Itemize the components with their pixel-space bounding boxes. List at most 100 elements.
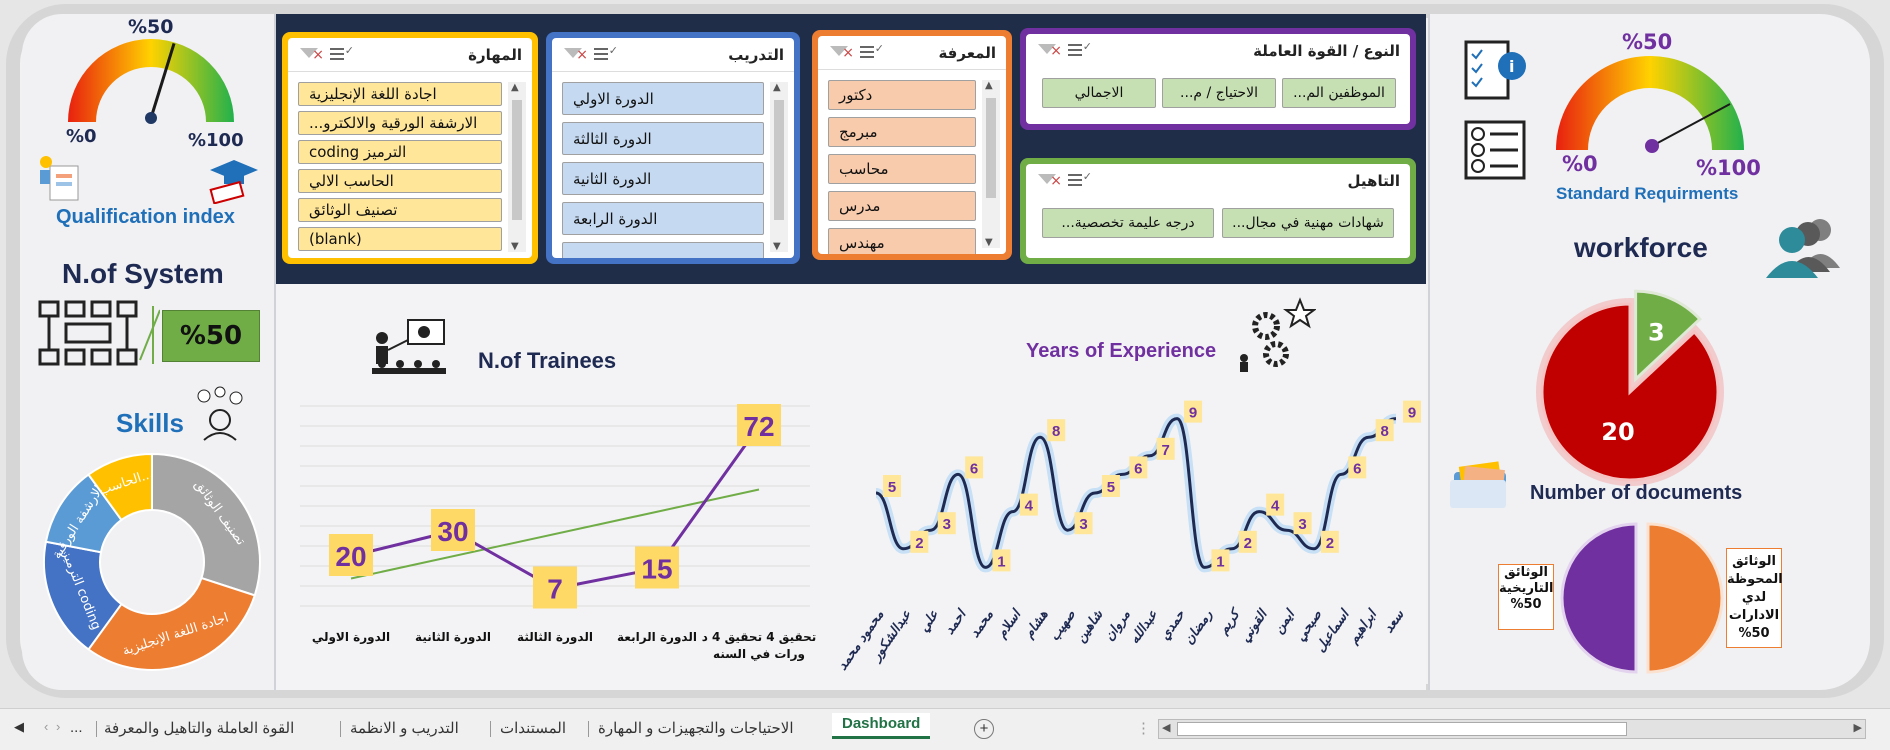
data-label: 5: [1107, 479, 1115, 496]
label-line: الوثائق: [1732, 554, 1776, 569]
data-label: 4: [1271, 498, 1280, 515]
label-line: المحوظة: [1727, 572, 1783, 587]
x-tick-label: ابراهيم: [1346, 606, 1382, 648]
network-icon: [38, 300, 160, 366]
slicer-item[interactable]: درجه عليمة تخصصية...: [1042, 208, 1214, 238]
slicer-item[interactable]: شهادات مهنية في مجال...: [1222, 208, 1394, 238]
slicer-scrollbar[interactable]: ▲ ▼: [508, 82, 526, 252]
trainer-presentation-icon: [372, 319, 446, 374]
x-tick-label: اسلام: [994, 606, 1026, 642]
data-label: 9: [1408, 405, 1416, 422]
x-tick-label: علي: [917, 607, 943, 635]
slicer-item[interactable]: [562, 242, 764, 258]
skill-slicer: المهارة اجادة اللغة الإنجليزية الارشفة ا…: [282, 32, 538, 264]
slicer-scrollbar[interactable]: ▲ ▼: [982, 80, 1000, 248]
slicer-item[interactable]: الدورة الرابعة: [562, 202, 764, 235]
qualification-slicer: التاهيل شهادات مهنية في مجال... درجه علي…: [1020, 158, 1416, 264]
training-slicer: التدريب الدورة الاولي الدورة الثالثة الد…: [546, 32, 800, 264]
multi-select-icon[interactable]: [594, 44, 618, 64]
data-label: 3: [1648, 318, 1665, 346]
gauge-min-label: %0: [1562, 152, 1598, 176]
skills-icon: [197, 386, 243, 441]
data-label: 9: [1189, 405, 1197, 422]
experience-title: Years of Experience: [1026, 340, 1217, 362]
tab-workforce[interactable]: القوة العاملة والتاهيل والمعرفة: [104, 719, 294, 737]
slicer-item[interactable]: الدورة الاولي: [562, 82, 764, 115]
multi-select-icon[interactable]: [1068, 40, 1092, 60]
slicer-item[interactable]: الدورة الثانية: [562, 162, 764, 195]
slicer-title: المهارة: [468, 45, 522, 64]
slicer-item[interactable]: (blank): [298, 227, 502, 251]
tab-training[interactable]: التدريب و الانظمة: [350, 719, 459, 737]
trendline: [350, 488, 760, 580]
data-label: 2: [1326, 535, 1334, 552]
slicer-item[interactable]: مهندس: [828, 228, 976, 254]
slicer-item[interactable]: الموظفين الم...: [1282, 78, 1396, 108]
slicer-title: المعرفة: [938, 43, 996, 62]
multi-select-icon[interactable]: [860, 42, 884, 62]
slicer-item[interactable]: الاجمالي: [1042, 78, 1156, 108]
label-line: الوثائق: [1504, 565, 1548, 580]
slicer-item[interactable]: الحاسب الالي: [298, 169, 502, 193]
multi-select-icon[interactable]: [330, 44, 354, 64]
gears-icon: [1240, 297, 1316, 372]
x-tick-label: احمد: [942, 606, 971, 638]
clear-filter-icon[interactable]: [298, 46, 324, 64]
slicer-item[interactable]: محاسب: [828, 154, 976, 184]
slicer-scrollbar[interactable]: ▲ ▼: [770, 82, 788, 252]
clear-filter-icon[interactable]: [562, 46, 588, 64]
data-label: 8: [1052, 423, 1060, 440]
slicer-item[interactable]: coding الترميز: [298, 140, 502, 164]
data-label: 20: [335, 541, 366, 572]
slicer-item[interactable]: الارشفة الورقية والالكترو...: [298, 111, 502, 135]
label-line: %50: [1738, 626, 1770, 641]
qualification-title: Qualification index: [56, 206, 235, 228]
divider: [1428, 14, 1430, 690]
horizontal-scrollbar[interactable]: ◀ ▶: [1158, 719, 1866, 739]
data-label: 5: [888, 479, 896, 496]
x-tick-label: الدورة الثالثة: [517, 630, 593, 645]
slicer-item[interactable]: اجادة اللغة الإنجليزية: [298, 82, 502, 106]
skills-donut-chart: تصنيف الوثائقاجادة اللغة الإنجليزيةالترم…: [43, 452, 261, 671]
tab-scroll-left-icon[interactable]: ◀: [14, 719, 24, 735]
tab-dashboard[interactable]: Dashboard: [832, 713, 931, 739]
x-tick-label: رمضان: [1182, 607, 1217, 647]
divider: [274, 14, 276, 690]
experience-line-chart: 52361483567912432689محمود محمدعبدالشكور ع…: [835, 400, 1421, 673]
data-label: 7: [1162, 442, 1170, 459]
label-line: %50: [1510, 597, 1542, 612]
tab-split-handle[interactable]: ⋮: [1136, 719, 1151, 737]
data-label: 2: [915, 535, 923, 552]
clear-filter-icon[interactable]: [828, 44, 854, 62]
graduation-cap-icon: [209, 160, 258, 204]
tab-scroll-next-icon[interactable]: ›: [56, 719, 60, 734]
slicer-item[interactable]: الدورة الثالثة: [562, 122, 764, 155]
multi-select-icon[interactable]: [1068, 170, 1092, 190]
system-title: N.of System: [62, 258, 224, 289]
tab-more[interactable]: ...: [70, 719, 83, 736]
tab-scroll-prev-icon[interactable]: ‹: [44, 719, 48, 734]
data-label: 3: [943, 516, 951, 533]
slicer-item[interactable]: مبرمج: [828, 117, 976, 147]
slicer-item[interactable]: الاحتياج / م...: [1162, 78, 1276, 108]
clear-filter-icon[interactable]: [1036, 172, 1062, 190]
svg-text:i: i: [1509, 57, 1514, 76]
tab-documents[interactable]: المستندات: [500, 719, 566, 737]
clear-filter-icon[interactable]: [1036, 42, 1062, 60]
data-label: 1: [1216, 553, 1224, 570]
experience-series-line: [875, 417, 1397, 569]
slicer-item[interactable]: تصنيف الوثائق: [298, 198, 502, 222]
data-label: 6: [1134, 460, 1142, 477]
data-label: 4: [1025, 498, 1034, 515]
x-tick-label: الدورة الرابعة: [617, 630, 697, 645]
gauge-top-label: %50: [128, 16, 174, 38]
slicer-item[interactable]: مدرس: [828, 191, 976, 221]
tab-needs[interactable]: الاحتياجات والتجهيزات و المهارة: [598, 719, 794, 737]
slicer-title: النوع / القوة العاملة: [1253, 42, 1400, 60]
documents-slice-historical: [1560, 522, 1638, 674]
slicer-item[interactable]: دكتور: [828, 80, 976, 110]
skills-title: Skills: [116, 408, 184, 438]
data-label: 30: [437, 516, 468, 547]
trainees-line-chart: 20 30 7 15 72 الدورة الاولي الدورة الثانية الدو…: [300, 404, 816, 662]
add-sheet-icon[interactable]: +: [974, 719, 994, 739]
